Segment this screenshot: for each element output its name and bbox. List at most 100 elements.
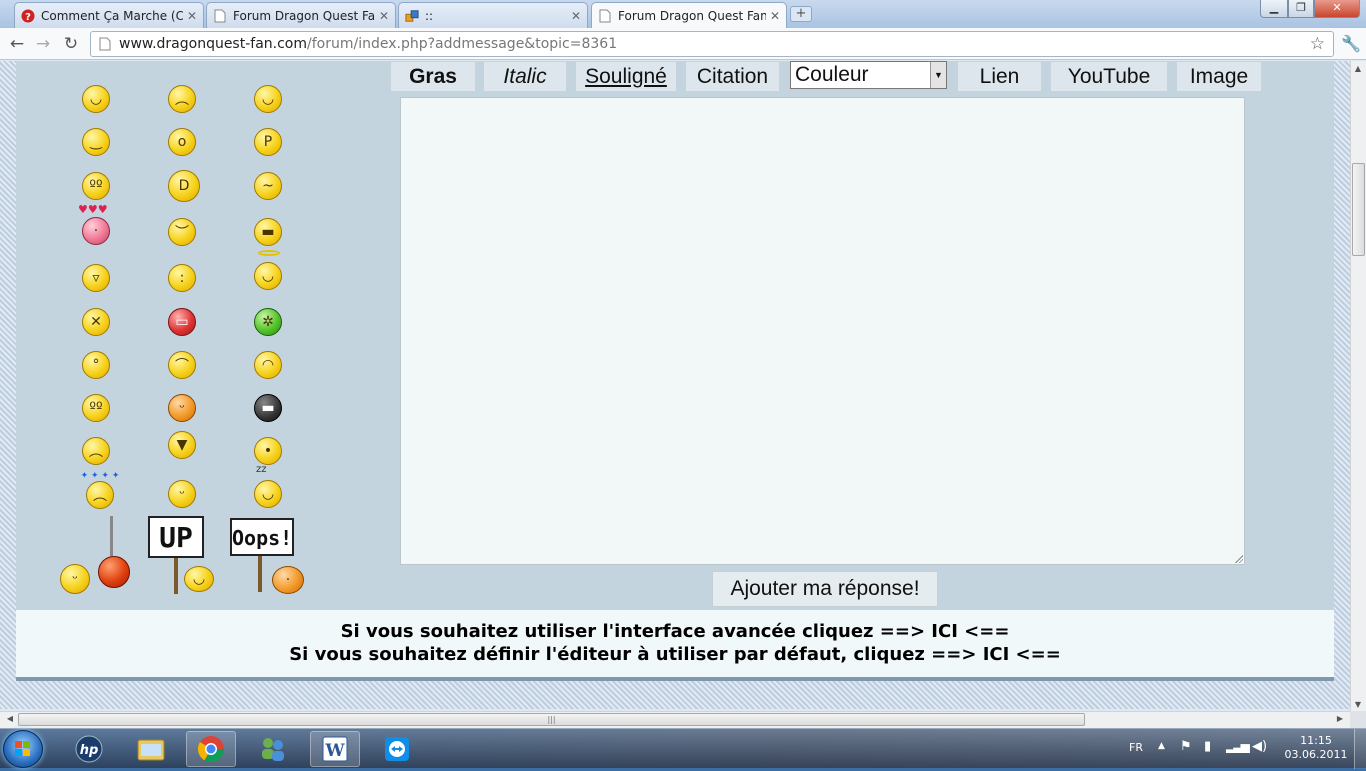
tab-ccm[interactable]: ? Comment Ça Marche (C... ✕ bbox=[14, 2, 204, 28]
forward-arrow-icon[interactable]: → bbox=[32, 33, 54, 55]
smiley-neutral[interactable]: : bbox=[168, 264, 196, 292]
vertical-scrollbar[interactable] bbox=[1350, 61, 1366, 711]
smiley-tongue[interactable]: P bbox=[254, 128, 282, 156]
smiley-cool[interactable]: ▬ bbox=[254, 218, 282, 246]
smiley-grin-closed[interactable]: ‿ bbox=[82, 128, 110, 156]
smiley-sick[interactable]: ✲ bbox=[254, 308, 282, 336]
word-icon[interactable]: W bbox=[310, 731, 360, 767]
italic-button[interactable]: Italic bbox=[483, 61, 567, 92]
smiley-oops-sign[interactable]: Oops! · bbox=[230, 516, 312, 596]
teamviewer-icon[interactable] bbox=[372, 731, 422, 767]
smiley-frown[interactable]: ︵ bbox=[168, 85, 196, 113]
smiley-laughing[interactable]: ◠ bbox=[254, 351, 282, 379]
smiley-drooling[interactable]: ▼ bbox=[168, 431, 196, 459]
reload-icon[interactable]: ↻ bbox=[60, 33, 82, 55]
users-icon[interactable] bbox=[248, 731, 298, 767]
start-orb-windows-icon[interactable] bbox=[3, 730, 43, 768]
smiley-in-love[interactable]: ♥♥♥ · bbox=[78, 203, 110, 245]
action-center-flag-icon[interactable]: ⚑ bbox=[1180, 739, 1192, 754]
smiley-embarrassed[interactable]: ᵕ bbox=[168, 394, 196, 422]
tab-title: Forum Dragon Quest Fan bbox=[618, 9, 766, 23]
battery-icon[interactable]: ▮ bbox=[1204, 739, 1211, 754]
smiley-angel[interactable]: ◡ bbox=[254, 250, 282, 290]
show-desktop-button[interactable] bbox=[1354, 729, 1366, 769]
holding-sign-icon: ◡ bbox=[184, 566, 214, 592]
tab-forum-1[interactable]: Forum Dragon Quest Fan... ✕ bbox=[206, 2, 396, 28]
sick-green-icon: ✲ bbox=[254, 308, 282, 336]
tab-forum-active[interactable]: Forum Dragon Quest Fan ✕ bbox=[591, 2, 787, 29]
sign-post bbox=[258, 556, 262, 592]
smiley-mad[interactable]: ▭ bbox=[168, 308, 196, 336]
smiley-sleepy[interactable]: ⌒ bbox=[168, 351, 196, 379]
explorer-icon[interactable] bbox=[126, 731, 176, 767]
smiley-big-laugh[interactable]: D bbox=[168, 170, 200, 202]
close-tab-icon[interactable]: ✕ bbox=[379, 9, 389, 23]
submit-reply-button[interactable]: Ajouter ma réponse! bbox=[712, 571, 938, 607]
smiley-dead[interactable]: ✕ bbox=[82, 308, 110, 336]
underline-button[interactable]: Souligné bbox=[575, 61, 677, 92]
smiley-sleeping[interactable]: zz ◡ bbox=[254, 464, 282, 508]
neutral-icon: : bbox=[168, 264, 196, 292]
maximize-button[interactable]: ❐ bbox=[1288, 0, 1314, 18]
quote-button[interactable]: Citation bbox=[685, 61, 780, 92]
youtube-button[interactable]: YouTube bbox=[1050, 61, 1168, 92]
system-clock[interactable]: 11:15 03.06.2011 bbox=[1282, 734, 1350, 762]
scroll-left-arrow-icon[interactable]: ◀ bbox=[2, 714, 18, 723]
scrollbar-corner bbox=[1350, 711, 1366, 728]
minimize-button[interactable]: ▁ bbox=[1260, 0, 1288, 18]
reply-form-panel: ◡ ︵ ◡ ‿ o P ºº D ~ ♥♥♥ · ︶ ▬ ▿: ◡ ✕ ▭ ✲… bbox=[16, 61, 1334, 681]
hp-icon[interactable]: hp bbox=[64, 731, 114, 767]
svg-text:hp: hp bbox=[80, 743, 99, 758]
smiley-smile[interactable]: ◡ bbox=[82, 85, 110, 113]
close-tab-icon[interactable]: ✕ bbox=[770, 9, 780, 23]
smiley-crying[interactable]: ︵ bbox=[82, 437, 110, 465]
smiley-angry[interactable]: ︶ bbox=[168, 218, 196, 246]
scroll-right-arrow-icon[interactable]: ▶ bbox=[1332, 714, 1348, 723]
message-textarea[interactable] bbox=[400, 97, 1245, 565]
volume-icon[interactable]: ◀) bbox=[1252, 739, 1267, 754]
color-select-value: Couleur bbox=[795, 63, 869, 86]
smiley-happy[interactable]: ▿ bbox=[82, 264, 110, 292]
image-button[interactable]: Image bbox=[1176, 61, 1262, 92]
bold-button[interactable]: Gras bbox=[390, 61, 476, 92]
smiley-whistle[interactable]: ° bbox=[82, 351, 110, 379]
smiley-ninja[interactable]: ▬ bbox=[254, 394, 282, 422]
smiley-confused[interactable]: ~ bbox=[254, 172, 282, 200]
close-tab-icon[interactable]: ✕ bbox=[571, 9, 581, 23]
new-tab-button[interactable]: + bbox=[790, 6, 812, 22]
back-arrow-icon[interactable]: ← bbox=[6, 33, 28, 55]
smiley-dizzy[interactable]: ✦ ✦ ✦ ✦ ︵ bbox=[70, 471, 130, 509]
tray-expand-icon[interactable]: ▲ bbox=[1158, 741, 1165, 751]
smiley-rolling-eyes[interactable]: ºº bbox=[82, 172, 110, 200]
smiley-wink[interactable]: ◡ bbox=[254, 85, 282, 113]
page-icon bbox=[213, 9, 227, 23]
color-select[interactable]: Couleur ▼ bbox=[790, 61, 947, 89]
wrench-icon[interactable]: 🔧 bbox=[1340, 33, 1362, 55]
default-editor-link[interactable]: Si vous souhaitez définir l'éditeur à ut… bbox=[16, 643, 1334, 666]
advanced-interface-link[interactable]: Si vous souhaitez utiliser l'interface a… bbox=[16, 620, 1334, 643]
smiley-bomb[interactable]: ᵕ bbox=[58, 516, 134, 596]
smiley-pleased[interactable]: ᵕ bbox=[168, 480, 196, 508]
vertical-scroll-thumb[interactable] bbox=[1352, 163, 1365, 256]
smiley-raised-eyebrow[interactable]: • bbox=[254, 437, 282, 465]
smiley-surprised[interactable]: o bbox=[168, 128, 196, 156]
language-indicator[interactable]: FR bbox=[1129, 741, 1143, 754]
horizontal-scroll-thumb[interactable]: ||| bbox=[18, 713, 1085, 726]
rolling-eyes-icon: ºº bbox=[82, 172, 110, 200]
scroll-down-arrow-icon[interactable]: ▼ bbox=[1350, 700, 1366, 709]
sleeping-icon: ◡ bbox=[254, 480, 282, 508]
address-bar[interactable]: www.dragonquest-fan.com/forum/index.php?… bbox=[90, 31, 1334, 57]
network-signal-icon[interactable]: ▂▃▅ bbox=[1226, 739, 1250, 753]
link-button[interactable]: Lien bbox=[957, 61, 1042, 92]
chrome-icon[interactable] bbox=[186, 731, 236, 767]
close-tab-icon[interactable]: ✕ bbox=[187, 9, 197, 23]
smiley-up-sign[interactable]: UP ◡ bbox=[148, 516, 222, 596]
close-window-button[interactable]: ✕ bbox=[1314, 0, 1360, 18]
smiley-shocked[interactable]: ºº bbox=[82, 394, 110, 422]
scroll-up-arrow-icon[interactable]: ▲ bbox=[1350, 64, 1366, 73]
web-page: ◡ ︵ ◡ ‿ o P ºº D ~ ♥♥♥ · ︶ ▬ ▿: ◡ ✕ ▭ ✲… bbox=[0, 61, 1350, 709]
bookmark-star-icon[interactable]: ☆ bbox=[1310, 34, 1325, 54]
cool-sunglasses-icon: ▬ bbox=[254, 218, 282, 246]
resize-grip-icon[interactable] bbox=[1234, 554, 1243, 563]
tab-puzzle[interactable]: :: ✕ bbox=[398, 2, 588, 28]
